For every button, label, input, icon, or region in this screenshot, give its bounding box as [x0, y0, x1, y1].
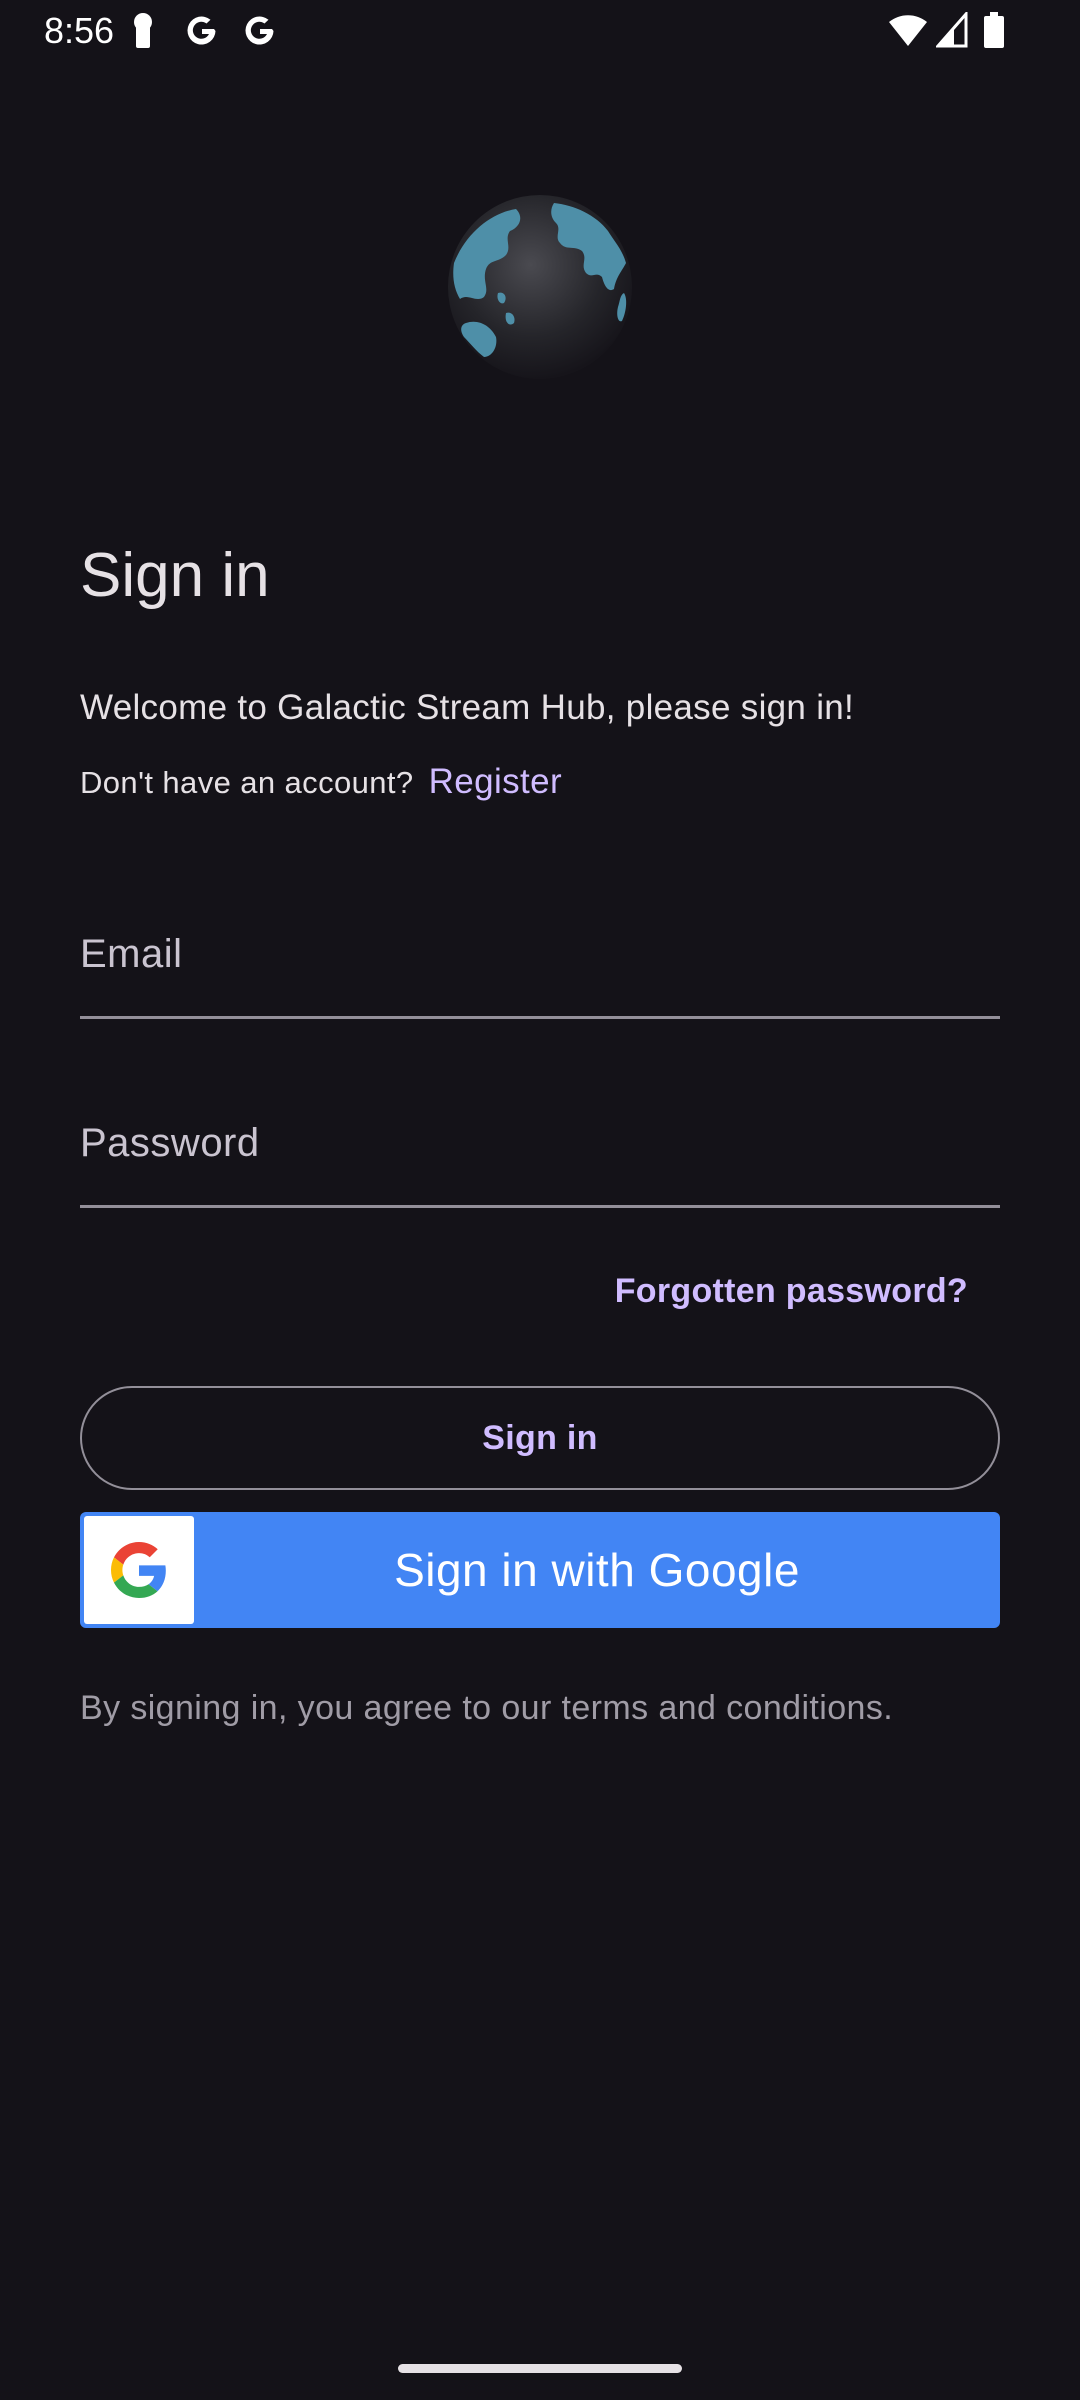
google-sign-in-label: Sign in with Google [394, 1544, 800, 1596]
status-bar: 8:56 [0, 0, 1080, 64]
terms-text: By signing in, you agree to our terms an… [80, 1689, 894, 1727]
register-link[interactable]: Register [429, 762, 563, 801]
register-row: Don't have an account? Register [80, 762, 562, 803]
google-sign-in-button[interactable]: Sign in with Google [80, 1512, 1000, 1628]
status-time: 8:56 [44, 10, 115, 51]
home-indicator[interactable] [398, 2364, 682, 2373]
password-field[interactable]: Password [80, 1095, 1004, 1208]
password-input[interactable] [80, 1115, 1004, 1177]
google-g-icon [111, 1542, 166, 1598]
key-icon [130, 12, 156, 55]
globe-icon [448, 195, 632, 379]
google-icon [242, 12, 278, 55]
email-field[interactable]: Email [80, 906, 1004, 1019]
forgot-password-link[interactable]: Forgotten password? [615, 1268, 968, 1314]
page-title: Sign in [80, 541, 270, 610]
sign-in-button[interactable]: Sign in [80, 1386, 1000, 1490]
sign-in-button-label: Sign in [482, 1418, 598, 1457]
no-account-text: Don't have an account? [80, 765, 414, 800]
signal-icon [934, 10, 968, 53]
welcome-text: Welcome to Galactic Stream Hub, please s… [80, 688, 855, 727]
app-logo [446, 193, 634, 381]
google-logo-box [84, 1516, 194, 1624]
battery-icon [984, 12, 1004, 53]
sign-in-screen: 8:56 Sign in Welcome to Galactic Stream … [0, 0, 1080, 2400]
email-input[interactable] [80, 926, 1004, 988]
wifi-icon [888, 12, 928, 53]
google-icon [184, 12, 220, 55]
